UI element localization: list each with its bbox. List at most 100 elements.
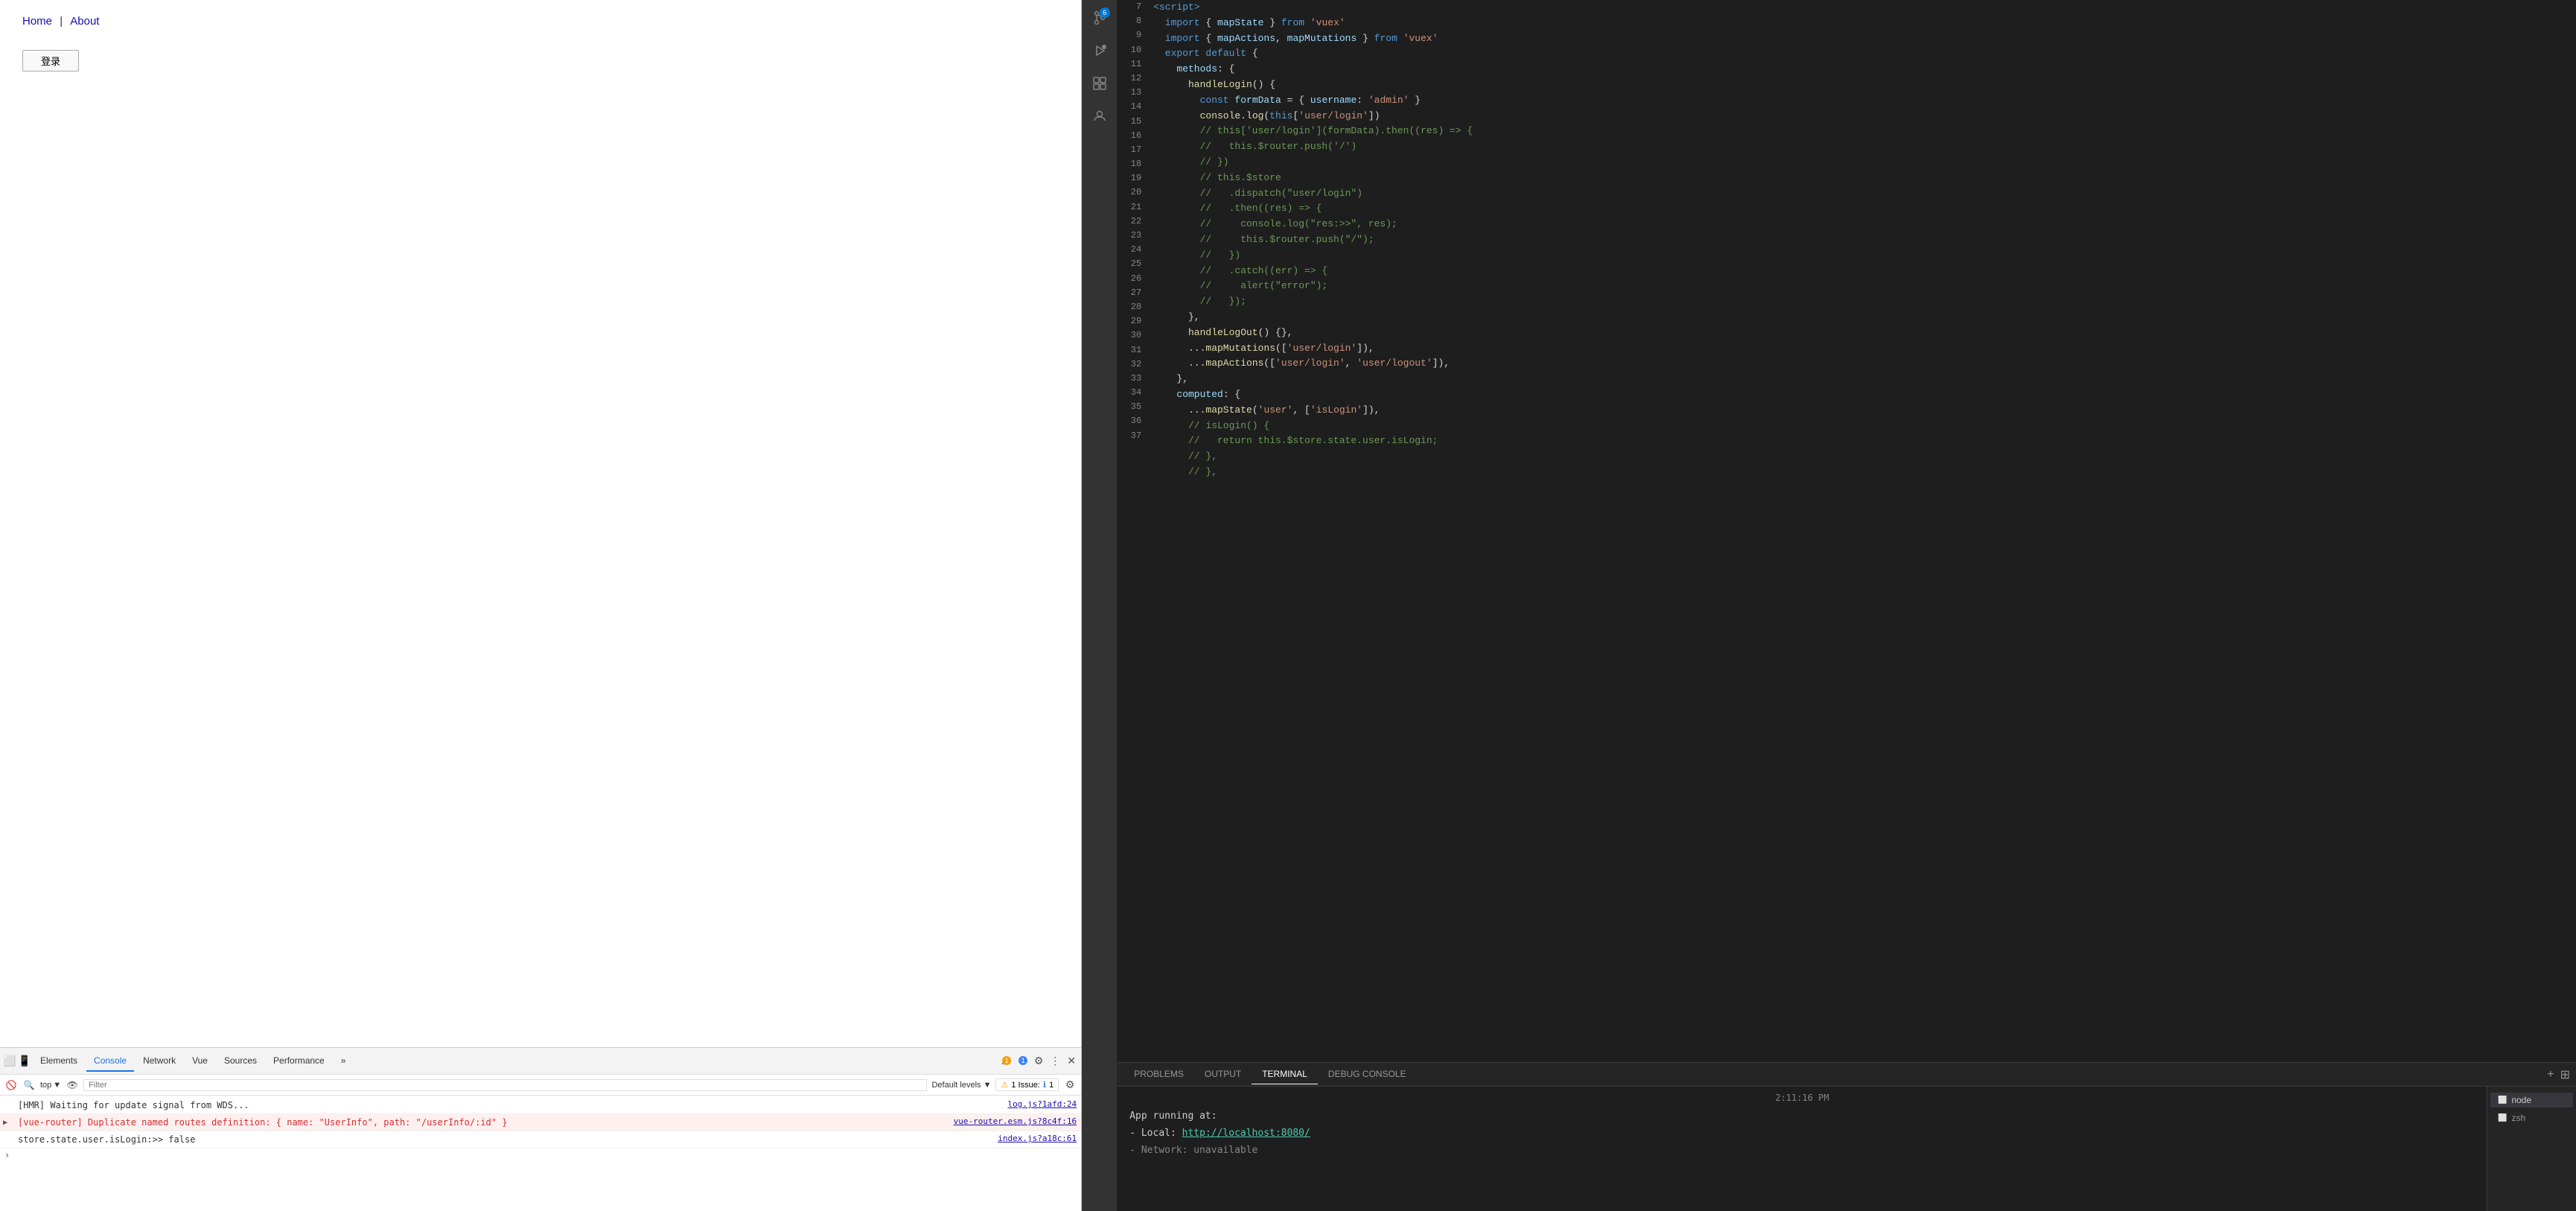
context-selector[interactable]: top ▼ [40,1081,61,1090]
tab-problems[interactable]: PROBLEMS [1123,1064,1194,1084]
close-devtools-icon[interactable]: ✕ [1065,1055,1078,1068]
line-num-7: 7 [1123,0,1141,14]
source-control-icon[interactable]: 6 [1085,3,1115,33]
node-session[interactable]: ⬜ node [2490,1093,2573,1107]
line-num-11: 11 [1123,57,1141,71]
terminal-local-link[interactable]: http://localhost:8080/ [1182,1128,1310,1139]
tab-elements[interactable]: Elements [33,1051,85,1072]
info-badge-icon[interactable]: 1 ℹ [1016,1055,1029,1068]
terminal-network-text: - Network: unavailable [1129,1145,1257,1156]
more-options-icon[interactable]: ⋮ [1048,1055,1062,1068]
expand-arrow-icon[interactable]: ▶ [3,1117,7,1128]
line-num-8: 8 [1123,14,1141,28]
add-terminal-icon[interactable]: + [2547,1067,2554,1082]
console-settings-icon[interactable]: ⚙ [1063,1078,1077,1092]
code-line-26: // }); [1153,294,2525,310]
code-line-14: console.log(this['user/login']) [1153,109,2525,124]
clear-console-icon[interactable]: 🚫 [4,1078,18,1092]
code-line-19: // .dispatch("user/login") [1153,186,2525,202]
terminal-timestamp: 2:11:16 PM [1129,1093,2475,1103]
line-numbers: 7 8 9 10 11 12 13 14 15 16 17 18 19 20 [1118,0,1147,1062]
settings-icon[interactable]: 1 ⚠ [999,1055,1013,1068]
code-line-32: computed: { [1153,387,2525,403]
accounts-icon[interactable] [1085,101,1115,131]
console-line-hmr: [HMR] Waiting for update signal from WDS… [0,1097,1081,1114]
code-line-28: handleLogOut() {}, [1153,325,2525,341]
issue-badge[interactable]: ⚠ 1 Issue: ℹ 1 [995,1078,1059,1091]
eye-icon[interactable]: 👁 [66,1078,79,1092]
code-line-10: export default { [1153,46,2525,62]
code-line-29: ...mapMutations(['user/login']), [1153,341,2525,357]
line-num-27: 27 [1123,286,1141,300]
line-num-15: 15 [1123,115,1141,129]
terminal-tabs: PROBLEMS OUTPUT TERMINAL DEBUG CONSOLE +… [1118,1063,2576,1087]
code-lines: <script> import { mapState } from 'vuex'… [1147,0,2531,1062]
tab-vue[interactable]: Vue [185,1051,215,1072]
line-num-34: 34 [1123,386,1141,400]
line-num-31: 31 [1123,343,1141,357]
terminal-content: 2:11:16 PM App running at: - Local: http… [1118,1087,2487,1211]
line-num-13: 13 [1123,86,1141,100]
tab-terminal[interactable]: TERMINAL [1252,1064,1318,1084]
extensions-icon[interactable] [1085,69,1115,98]
tab-sources[interactable]: Sources [217,1051,264,1072]
tab-debug-console[interactable]: DEBUG CONSOLE [1318,1064,1417,1084]
devtools-responsive-icon[interactable]: 📱 [18,1055,31,1068]
tab-console[interactable]: Console [86,1051,134,1072]
console-prompt[interactable]: › [0,1148,1081,1162]
zsh-session[interactable]: ⬜ zsh [2490,1110,2573,1125]
default-levels-selector[interactable]: Default levels ▼ [931,1081,991,1090]
tab-more[interactable]: » [334,1051,354,1072]
zsh-session-label: zsh [2511,1113,2525,1123]
home-link[interactable]: Home [22,15,52,28]
line-num-28: 28 [1123,300,1141,314]
line-num-21: 21 [1123,200,1141,214]
code-line-24: // .catch((err) => { [1153,264,2525,279]
about-link[interactable]: About [70,15,99,28]
split-terminal-icon[interactable]: ⊞ [2560,1067,2570,1082]
line-num-18: 18 [1123,157,1141,171]
code-content-area[interactable]: 7 8 9 10 11 12 13 14 15 16 17 18 19 20 [1118,0,2576,1062]
tab-output[interactable]: OUTPUT [1194,1064,1252,1084]
terminal-app-running-text: App running at: [1129,1110,1217,1122]
line-num-35: 35 [1123,400,1141,414]
login-button[interactable]: 登录 [22,50,79,71]
line-num-30: 30 [1123,328,1141,343]
code-line-23: // }) [1153,248,2525,264]
error-link[interactable]: vue-router.esm.js?8c4f:16 [954,1116,1077,1128]
devtools-toolbar-actions: 1 ⚠ 1 ℹ ⚙ ⋮ ✕ [999,1055,1078,1068]
node-session-label: node [2511,1095,2531,1105]
issue-number: 1 [1049,1081,1053,1090]
terminal-area: PROBLEMS OUTPUT TERMINAL DEBUG CONSOLE +… [1118,1062,2576,1211]
terminal-local-url: - Local: http://localhost:8080/ [1129,1126,2475,1142]
prompt-arrow: › [4,1150,10,1160]
line-num-17: 17 [1123,143,1141,157]
log-link[interactable]: index.js?a18c:61 [998,1133,1077,1145]
line-num-16: 16 [1123,129,1141,143]
code-line-36: // }, [1153,449,2525,465]
code-line-27: }, [1153,310,2525,325]
tab-network[interactable]: Network [136,1051,183,1072]
line-num-23: 23 [1123,229,1141,243]
code-line-15: // this['user/login'](formData).then((re… [1153,124,2525,139]
hmr-link[interactable]: log.js?1afd:24 [1007,1099,1077,1111]
devtools-panel: ⬜ 📱 Elements Console Network Vue Sources… [0,1047,1081,1211]
terminal-icon: ⬜ [2498,1096,2507,1104]
run-debug-icon[interactable] [1085,36,1115,66]
line-num-36: 36 [1123,414,1141,428]
console-line-log: store.state.user.isLogin:>> false index.… [0,1131,1081,1148]
editor-area: 6 [1082,0,2576,1211]
devtools-select-icon[interactable]: ⬜ [3,1055,16,1068]
terminal-network-url: - Network: unavailable [1129,1143,2475,1159]
tab-performance[interactable]: Performance [266,1051,332,1072]
terminal-sessions: ⬜ node ⬜ zsh [2487,1087,2576,1211]
gear-icon[interactable]: ⚙ [1032,1055,1045,1068]
console-filter-icon[interactable]: 🔍 [22,1078,36,1092]
line-num-10: 10 [1123,43,1141,57]
code-line-8: import { mapState } from 'vuex' [1153,16,2525,31]
warn-icon: ⚠ [1001,1080,1008,1090]
code-line-35: // return this.$store.state.user.isLogin… [1153,433,2525,449]
console-filter-input[interactable] [83,1079,927,1091]
code-line-37: // }, [1153,465,2525,480]
line-num-24: 24 [1123,243,1141,257]
